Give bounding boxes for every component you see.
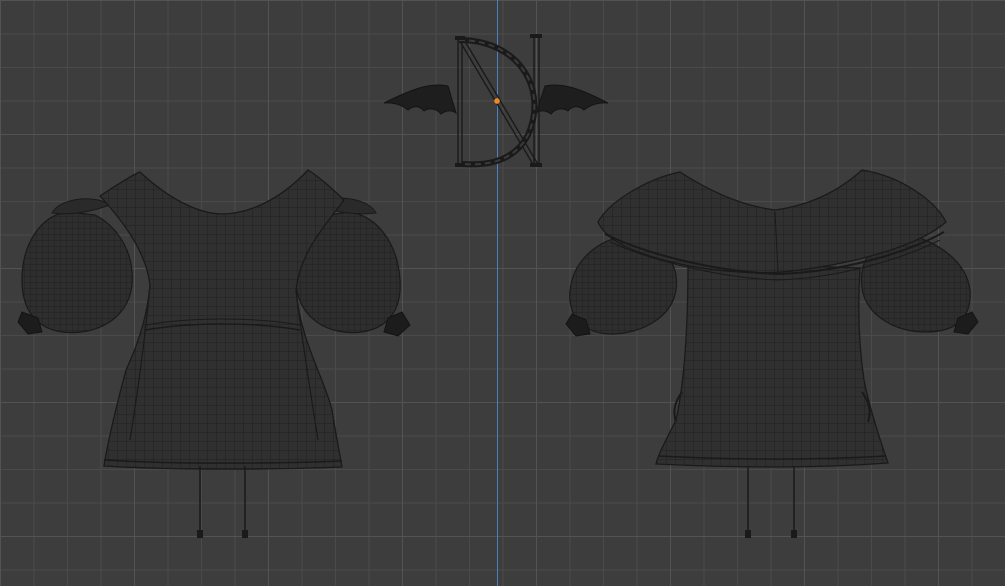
object-origin-icon xyxy=(494,98,500,104)
front-garment-mesh[interactable] xyxy=(17,169,411,538)
back-garment-mesh[interactable] xyxy=(565,169,979,538)
scene-canvas xyxy=(17,34,979,538)
bat-wing-logo-icon[interactable] xyxy=(383,34,609,168)
3d-viewport[interactable] xyxy=(0,0,1005,586)
